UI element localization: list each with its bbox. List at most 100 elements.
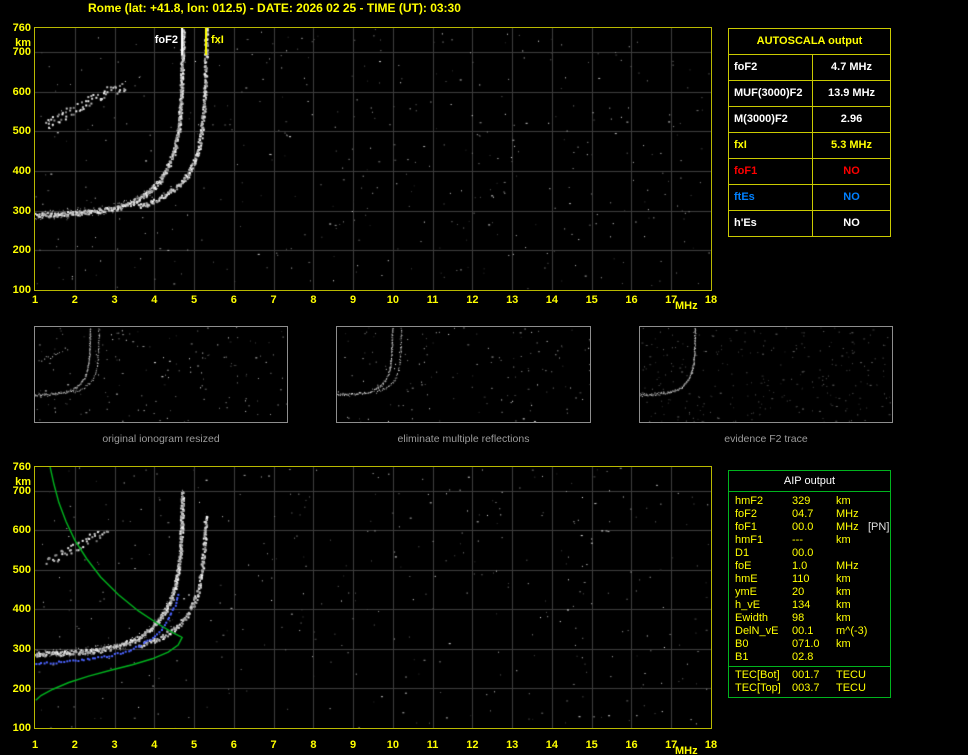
autoscala-row-label: MUF(3000)F2 bbox=[729, 81, 813, 106]
autoscala-table-title: AUTOSCALA output bbox=[756, 35, 863, 47]
autoscala-row: h'Es NO bbox=[729, 210, 890, 236]
aip-row-unit: m^(-3) bbox=[836, 625, 868, 637]
x-tick-label: 13 bbox=[506, 739, 519, 751]
aip-row-note bbox=[868, 638, 890, 651]
y-tick-label: 400 bbox=[12, 164, 31, 177]
aip-row-value: 00.1 bbox=[792, 625, 814, 637]
aip-row-note bbox=[868, 625, 890, 638]
aip-row-note bbox=[868, 547, 890, 560]
aip-row-value: 20 bbox=[792, 586, 805, 598]
aip-row: hmF2 329 km bbox=[729, 495, 890, 508]
aip-row-note bbox=[868, 508, 890, 521]
aip-row-unit bbox=[836, 651, 868, 664]
y-tick-label: 300 bbox=[12, 642, 31, 655]
aip-row-note bbox=[868, 612, 890, 625]
autoscala-row-value: 4.7 MHz bbox=[831, 61, 872, 73]
aip-row-label: TEC[Bot] bbox=[735, 669, 780, 681]
aip-row-unit: km bbox=[836, 534, 851, 546]
aip-row-note bbox=[868, 599, 890, 612]
autoscala-row: ftEs NO bbox=[729, 184, 890, 210]
x-tick-label: 15 bbox=[585, 739, 598, 751]
x-tick-label: 14 bbox=[545, 294, 559, 306]
y-tick-label: 200 bbox=[12, 244, 31, 257]
x-tick-label: 13 bbox=[506, 294, 519, 306]
aip-row-note bbox=[868, 495, 890, 508]
aip-row: ymE 20 km bbox=[729, 586, 890, 599]
mhz-unit-label: MHz bbox=[675, 745, 698, 755]
aip-row-note bbox=[868, 573, 890, 586]
aip-row-value: 98 bbox=[792, 612, 805, 624]
km-unit-label: km bbox=[15, 37, 31, 49]
aip-row: TEC[Top] 003.7 TECU bbox=[729, 682, 890, 695]
autoscala-table-rows: foF2 4.7 MHz MUF(3000)F2 13.9 MHz M(3000)F2 2… bbox=[729, 54, 890, 236]
autoscala-row-value: NO bbox=[843, 217, 860, 229]
aip-row-label: B1 bbox=[735, 651, 749, 663]
y-tick-label: 100 bbox=[12, 284, 31, 296]
autoscala-row-value: NO bbox=[843, 191, 860, 203]
aip-row-label: h_vE bbox=[735, 599, 761, 611]
x-tick-label: 10 bbox=[386, 294, 400, 306]
page-title: Rome (lat: +41.8, lon: 012.5) - DATE: 20… bbox=[88, 1, 461, 15]
y-tick-label: 400 bbox=[12, 603, 31, 616]
autoscala-row-label: foF2 bbox=[729, 55, 813, 80]
autoscala-row: foF2 4.7 MHz bbox=[729, 54, 890, 80]
aip-panel-title: AIP output bbox=[729, 471, 890, 492]
aip-row-value: 071.0 bbox=[792, 638, 820, 650]
x-tick-label: 16 bbox=[625, 739, 638, 751]
x-tick-label: 2 bbox=[71, 294, 78, 306]
autoscala-row-label: M(3000)F2 bbox=[729, 107, 813, 132]
thumbnail-eliminate-reflections bbox=[336, 326, 591, 423]
aip-row-value: 02.8 bbox=[792, 651, 814, 663]
autoscala-output-table: AUTOSCALA output foF2 4.7 MHz MUF(3000)F2 1… bbox=[728, 28, 891, 237]
x-tick-label: 16 bbox=[625, 294, 638, 306]
x-tick-label: 12 bbox=[466, 294, 479, 306]
aip-row-unit: MHz bbox=[836, 508, 859, 520]
autoscala-row-value: NO bbox=[843, 165, 860, 177]
tec-rows: TEC[Bot] 001.7 TECU TEC[Top] 003.7 TECU bbox=[729, 666, 890, 697]
km-unit-label: km bbox=[15, 476, 31, 488]
aip-row-unit: km bbox=[836, 573, 851, 585]
aip-row-note bbox=[868, 651, 890, 664]
x-tick-label: 4 bbox=[151, 739, 158, 751]
thumbnail-evidence-f2-trace bbox=[639, 326, 893, 423]
aip-row-unit: MHz bbox=[836, 521, 859, 533]
aip-row-value: 1.0 bbox=[792, 560, 808, 572]
aip-row-value: 134 bbox=[792, 599, 811, 611]
aip-row-unit: TECU bbox=[836, 669, 866, 681]
x-tick-label: 8 bbox=[310, 739, 317, 751]
aip-row: h_vE 134 km bbox=[729, 599, 890, 612]
x-tick-label: 6 bbox=[230, 294, 237, 306]
aip-row-unit: km bbox=[836, 638, 851, 650]
y-tick-label: 300 bbox=[12, 204, 31, 217]
y-tick-label: 600 bbox=[12, 85, 31, 98]
aip-row-label: ymE bbox=[735, 586, 757, 598]
x-tick-label: 18 bbox=[704, 294, 718, 306]
aip-row-label: foF1 bbox=[735, 521, 758, 533]
x-tick-label: 14 bbox=[545, 739, 559, 751]
fof2-marker-label: foF2 bbox=[154, 34, 178, 46]
aip-row: DelN_vE 00.1 m^(-3) bbox=[729, 625, 890, 638]
aip-row-note bbox=[868, 586, 890, 599]
x-tick-label: 3 bbox=[111, 739, 118, 751]
x-tick-label: 9 bbox=[350, 739, 357, 751]
x-tick-label: 15 bbox=[585, 294, 598, 306]
y-tick-label: 760 bbox=[12, 461, 31, 473]
aip-row-unit bbox=[836, 547, 868, 560]
fxi-marker-label: fxI bbox=[211, 34, 224, 46]
aip-row-unit: TECU bbox=[836, 682, 866, 694]
aip-row-value: 110 bbox=[792, 573, 810, 585]
aip-row-label: hmF2 bbox=[735, 495, 764, 507]
aip-row: hmE 110 km bbox=[729, 573, 890, 586]
autoscala-row-label: foF1 bbox=[729, 159, 813, 184]
thumbnail-caption-original: original ionogram resized bbox=[102, 433, 220, 445]
x-tick-label: 11 bbox=[426, 294, 439, 306]
aip-row-label: foE bbox=[735, 560, 752, 572]
autoscala-row-value: 2.96 bbox=[840, 113, 863, 125]
aip-row: foE 1.0 MHz bbox=[729, 560, 890, 573]
thumbnail-original-ionogram bbox=[34, 326, 288, 423]
autoscala-row-label: h'Es bbox=[729, 211, 813, 236]
aip-row-note bbox=[868, 560, 890, 573]
aip-row-unit: km bbox=[836, 495, 851, 507]
x-tick-label: 10 bbox=[386, 739, 400, 751]
aip-row-label: foF2 bbox=[735, 508, 758, 520]
